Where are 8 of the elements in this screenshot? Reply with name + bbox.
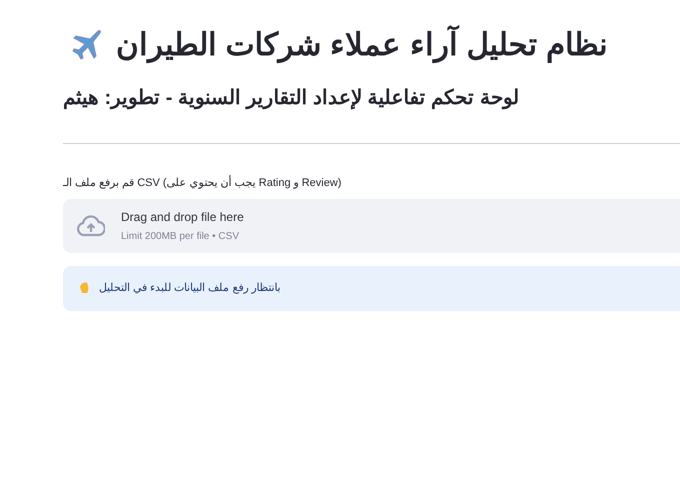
page-subtitle: لوحة تحكم تفاعلية لإعداد التقارير السنوية - تطوير: هيثم xyxy=(63,86,519,112)
dropzone-instruction: Drag and drop file here xyxy=(121,208,244,226)
uploader-label: قم برفع ملف الـ CSV (يجب أن يحتوي على Rating و Review) xyxy=(63,176,342,189)
cloud-upload-icon xyxy=(77,214,105,237)
file-dropzone[interactable]: Drag and drop file here Limit 200MB per file • CSV xyxy=(63,198,680,253)
info-message: بانتظار رفع ملف البيانات للبدء في التحليل xyxy=(99,281,280,296)
page-title: نظام تحليل آراء عملاء شركات الطيران xyxy=(116,26,608,65)
dropzone-limit: Limit 200MB per file • CSV xyxy=(121,230,240,244)
